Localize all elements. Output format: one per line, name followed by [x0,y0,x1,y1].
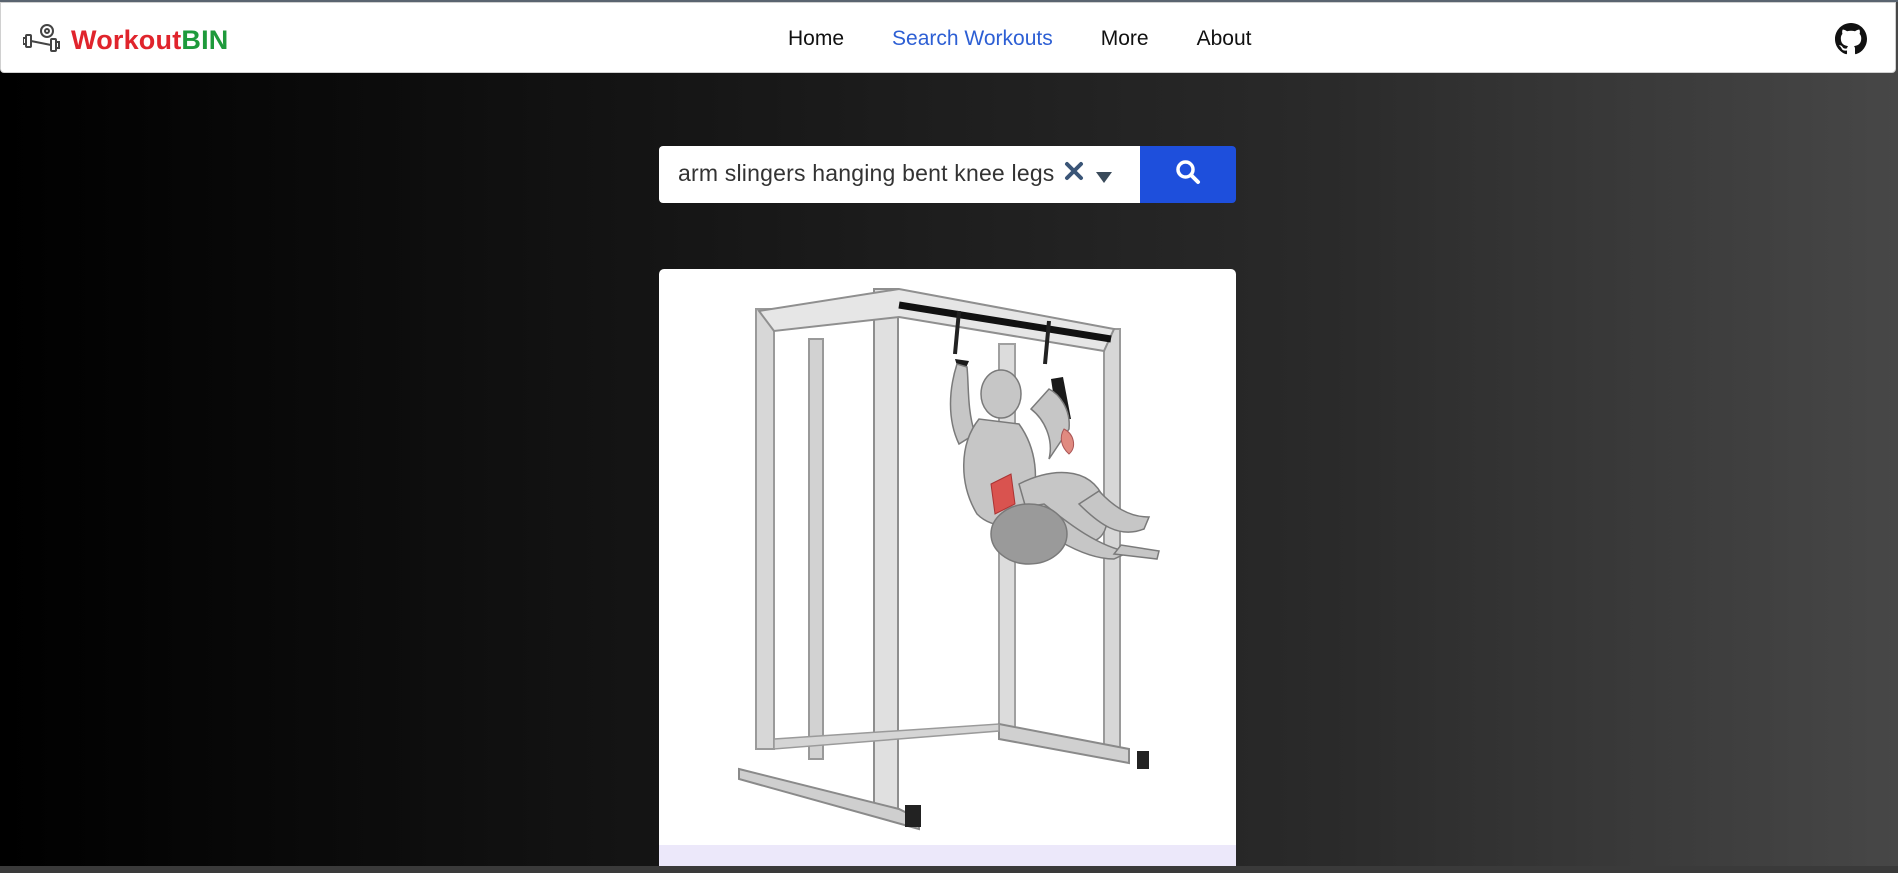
github-icon[interactable] [1835,23,1867,60]
window-bottom-border [0,866,1898,873]
search-button[interactable] [1140,146,1236,203]
dumbbell-gear-icon [22,21,61,60]
brand-name-part1: Workout [71,25,182,55]
workout-illustration [738,287,1160,831]
search-input[interactable]: arm slingers hanging bent knee legs [659,146,1140,203]
nav-links: Home Search Workouts More About [788,27,1299,51]
athlete-figure [949,363,1160,565]
nav-more[interactable]: More [1101,27,1149,51]
workout-result-card[interactable] [659,269,1236,873]
nav-about[interactable]: About [1197,27,1252,51]
pullup-frame [738,287,1149,831]
brand[interactable]: WorkoutBIN [22,21,229,60]
caret-down-icon[interactable] [1095,170,1113,189]
brand-name: WorkoutBIN [71,25,229,56]
nav-home[interactable]: Home [788,27,844,51]
navbar: WorkoutBIN Home Search Workouts More Abo… [0,2,1896,73]
close-icon[interactable] [1063,160,1085,187]
nav-search-workouts[interactable]: Search Workouts [892,27,1053,51]
search-bar: arm slingers hanging bent knee legs [659,146,1236,203]
search-input-value[interactable]: arm slingers hanging bent knee legs [678,160,1063,187]
brand-name-part2: BIN [181,25,229,55]
search-icon [1175,159,1201,190]
